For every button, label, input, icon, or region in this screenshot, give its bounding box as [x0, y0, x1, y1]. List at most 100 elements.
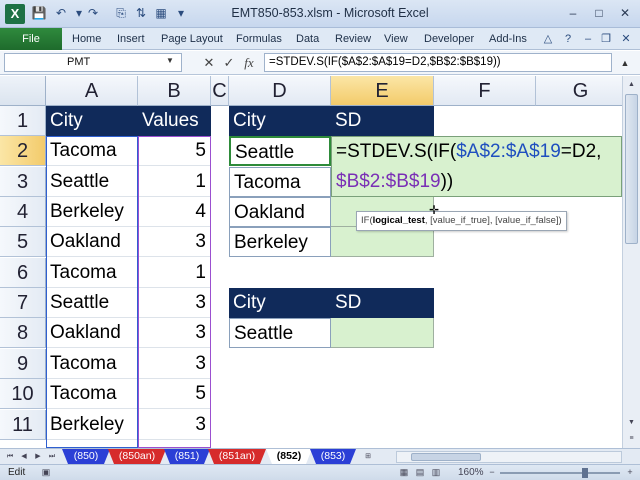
last-sheet-icon[interactable]: ⏭ [46, 451, 58, 463]
expand-formula-bar-icon[interactable]: ▲ [616, 55, 634, 71]
scroll-down-icon[interactable]: ▼ [625, 416, 638, 430]
city-cell[interactable]: Tacoma [46, 136, 138, 166]
sort-icon[interactable]: ⇅ [132, 4, 150, 22]
sheet-tab[interactable]: (850) [62, 449, 110, 464]
sheet-tab-active[interactable]: (852) [266, 449, 312, 464]
workbook-minimize-icon[interactable]: – [580, 31, 596, 47]
sheet-tab[interactable]: (851) [164, 449, 210, 464]
row-header[interactable]: 4 [0, 197, 46, 227]
maximize-button[interactable]: □ [586, 4, 612, 22]
table1-city-cell[interactable]: Berkeley [229, 227, 331, 257]
vertical-scroll-thumb[interactable] [625, 94, 638, 244]
row-header[interactable]: 8 [0, 318, 46, 348]
value-cell[interactable]: 4 [138, 197, 211, 227]
active-formula-cell[interactable]: =STDEV.S(IF($A$2:$A$19=D2, $B$2:$B$19)) [331, 136, 622, 197]
undo-icon[interactable]: ↶ [52, 4, 70, 22]
row-header[interactable]: 5 [0, 227, 46, 257]
tab-page-layout[interactable]: Page Layout [161, 28, 223, 50]
row-header[interactable]: 10 [0, 379, 46, 409]
page-break-view-icon[interactable]: ▥ [430, 467, 442, 478]
column-header[interactable]: F [434, 76, 536, 106]
city-cell[interactable]: Seattle [46, 288, 138, 318]
worksheet-grid[interactable]: A B C D E F G 1 2 3 4 5 6 7 8 9 10 11 Ci… [0, 76, 622, 448]
value-cell[interactable]: 1 [138, 167, 211, 197]
value-cell[interactable]: 3 [138, 410, 211, 440]
row-header[interactable]: 9 [0, 349, 46, 379]
minimize-ribbon-icon[interactable]: △ [540, 31, 556, 47]
value-cell[interactable]: 5 [138, 379, 211, 409]
sheet-tab[interactable]: (853) [310, 449, 356, 464]
column-header[interactable]: E [331, 76, 434, 106]
zoom-slider[interactable] [500, 468, 620, 478]
vertical-scrollbar[interactable]: ▲ ▼ ≡ [622, 76, 640, 448]
row-header[interactable]: 6 [0, 258, 46, 288]
sheet-tab[interactable]: (850an) [108, 449, 166, 464]
row-header[interactable]: 2 [0, 136, 46, 166]
name-box[interactable]: PMT [4, 53, 182, 72]
value-cell[interactable]: 3 [138, 227, 211, 257]
macro-record-icon[interactable]: ▣ [40, 467, 52, 478]
workbook-restore-icon[interactable]: ❐ [598, 31, 614, 47]
split-icon[interactable]: ≡ [625, 432, 638, 446]
column-header[interactable]: C [211, 76, 229, 106]
value-cell[interactable]: 5 [138, 136, 211, 166]
help-icon[interactable]: ? [560, 31, 576, 47]
city-cell[interactable]: Berkeley [46, 410, 138, 440]
horizontal-scrollbar[interactable] [396, 451, 622, 463]
row-header[interactable]: 11 [0, 410, 46, 440]
column-header[interactable]: D [229, 76, 331, 106]
table2-sd-cell[interactable] [331, 318, 434, 348]
zoom-in-icon[interactable]: + [624, 467, 636, 478]
table1-city-cell[interactable]: Oakland [229, 197, 331, 227]
insert-sheet-icon[interactable]: ⊞ [360, 451, 376, 463]
table1-sd-header[interactable]: SD [331, 106, 434, 136]
cancel-icon[interactable]: ✕ [200, 54, 218, 72]
table2-city-header[interactable]: City [229, 288, 331, 318]
row-header[interactable]: 1 [0, 106, 46, 136]
select-all-corner[interactable] [0, 76, 46, 106]
tab-home[interactable]: Home [72, 28, 101, 50]
zoom-slider-thumb[interactable] [582, 468, 588, 478]
city-cell[interactable]: Tacoma [46, 379, 138, 409]
chart-icon[interactable]: ▦ [152, 4, 170, 22]
city-cell[interactable]: Seattle [46, 167, 138, 197]
city-cell[interactable]: Oakland [46, 318, 138, 348]
workbook-close-icon[interactable]: ✕ [618, 31, 634, 47]
value-cell[interactable]: 3 [138, 349, 211, 379]
row-header[interactable]: 3 [0, 167, 46, 197]
prev-sheet-icon[interactable]: ◀ [18, 451, 30, 463]
tab-view[interactable]: View [384, 28, 408, 50]
table2-sd-header[interactable]: SD [331, 288, 434, 318]
column-header[interactable]: G [536, 76, 622, 106]
tab-review[interactable]: Review [335, 28, 371, 50]
header-cell-values[interactable]: Values [138, 106, 211, 136]
customize-toolbar-icon[interactable]: ▾ [172, 4, 190, 22]
value-cell[interactable]: 1 [138, 258, 211, 288]
tab-developer[interactable]: Developer [424, 28, 474, 50]
normal-view-icon[interactable]: ▦ [398, 467, 410, 478]
city-cell[interactable]: Oakland [46, 227, 138, 257]
minimize-button[interactable]: – [560, 4, 586, 22]
first-sheet-icon[interactable]: ⏮ [4, 451, 16, 463]
tab-file[interactable]: File [0, 28, 62, 50]
city-cell[interactable]: Tacoma [46, 258, 138, 288]
column-header[interactable]: A [46, 76, 138, 106]
format-painter-icon[interactable]: ⎘ [112, 4, 130, 22]
table1-city-header[interactable]: City [229, 106, 331, 136]
formula-input[interactable]: =STDEV.S(IF($A$2:$A$19=D2,$B$2:$B$19)) [264, 53, 612, 72]
column-header[interactable]: B [138, 76, 211, 106]
enter-icon[interactable]: ✓ [220, 54, 238, 72]
insert-function-icon[interactable]: fx [240, 54, 258, 72]
table1-city-cell[interactable]: Tacoma [229, 167, 331, 197]
zoom-out-icon[interactable]: − [486, 467, 498, 478]
tab-add-ins[interactable]: Add-Ins [489, 28, 527, 50]
tab-data[interactable]: Data [296, 28, 319, 50]
tab-insert[interactable]: Insert [117, 28, 145, 50]
save-icon[interactable]: 💾 [30, 4, 48, 22]
header-cell-city[interactable]: City [46, 106, 138, 136]
close-button[interactable]: ✕ [612, 4, 638, 22]
scroll-up-icon[interactable]: ▲ [625, 78, 638, 92]
page-layout-view-icon[interactable]: ▤ [414, 467, 426, 478]
chevron-down-icon[interactable]: ▼ [166, 56, 174, 65]
tooltip-arg-current[interactable]: logical_test [373, 215, 425, 226]
